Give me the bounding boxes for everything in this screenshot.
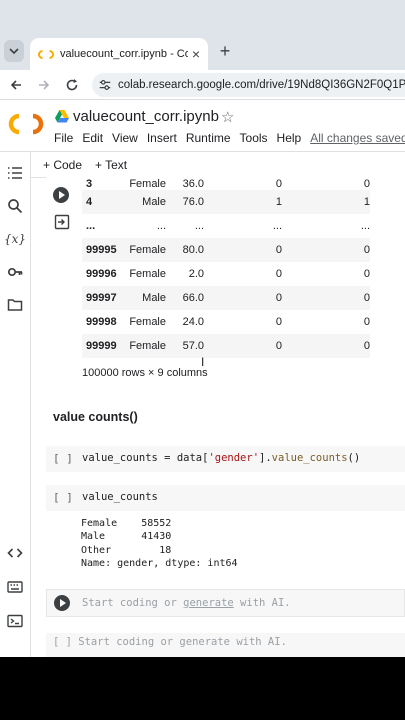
menu-tools[interactable]: Tools [240,131,268,145]
chevron-down-icon [9,48,19,55]
dataframe-shape-text: 100000 rows × 9 columns [82,367,208,379]
code-cell-value-counts-display[interactable]: [ ] value_counts [46,485,405,511]
browser-toolbar: colab.research.google.com/drive/19Nd8QI3… [0,70,405,100]
table-row: 3 Female 36.0 0 0 [86,178,370,190]
menu-file[interactable]: File [54,131,73,145]
tab-title: valuecount_corr.ipynb - Colab [60,48,188,60]
menu-edit[interactable]: Edit [82,131,103,145]
value-counts-output: Female 58552 Male 41430 Other 18 Name: g… [81,518,238,569]
table-row: 99996 Female 2.0 0 0 [86,268,370,280]
cell-run-brackets[interactable]: [ ] [53,452,73,465]
next-code-cell[interactable]: [ ] Start coding or generate with AI. [46,633,405,657]
menu-help[interactable]: Help [277,131,302,145]
table-row: 99998 Female 24.0 0 0 [86,316,370,328]
toc-icon[interactable] [6,164,24,182]
folder-icon[interactable] [6,296,24,314]
site-info-icon[interactable] [98,77,112,93]
variables-icon[interactable]: {x} [4,230,26,248]
add-text-button[interactable]: + Text [95,158,127,172]
code-cell-value-counts-assign[interactable]: [ ] value_counts = data['gender'].value_… [46,446,405,472]
notebook-title[interactable]: valuecount_corr.ipynb [73,108,219,125]
section-heading: value counts() [53,410,138,424]
screen: valuecount_corr.ipynb - Colab × + colab.… [0,0,405,657]
url-text: colab.research.google.com/drive/19Nd8QI3… [118,79,405,91]
command-palette-icon[interactable] [6,578,24,596]
browser-tabstrip: valuecount_corr.ipynb - Colab × + [0,0,405,70]
google-drive-icon[interactable] [55,110,69,123]
cell-toolbar: + Code + Text [31,152,405,178]
menu-view[interactable]: View [112,131,138,145]
table-row: 99997 Male 66.0 0 0 [82,286,370,310]
placeholder-text: with AI. [233,597,291,609]
generate-link[interactable]: generate [183,597,234,609]
back-button[interactable] [6,75,26,95]
table-row: 99999 Female 57.0 0 0 [82,334,370,358]
colab-logo-icon [8,113,44,135]
code-token: () [347,452,361,464]
text-cursor-icon: I [201,355,205,369]
code-line[interactable]: value_counts [82,491,158,503]
output-toggle-icon[interactable] [54,214,70,230]
table-row: 99995 Female 80.0 0 0 [82,238,370,262]
dataframe-table: 3 Female 36.0 0 0 4 Male 76.0 1 1 ..............… [82,176,370,358]
arrow-right-icon [39,80,50,90]
terminal-icon[interactable] [6,612,24,630]
menu-runtime[interactable]: Runtime [186,131,231,145]
placeholder-text: Start coding or [82,597,184,609]
table-row: ............... [86,220,370,232]
menu-bar: File Edit View Insert Runtime Tools Help… [54,131,405,145]
tab-close-icon[interactable]: × [192,47,200,61]
save-status-link[interactable]: All changes saved [310,131,405,145]
reload-button[interactable] [62,75,82,95]
code-token: value_counts = data[ [82,452,209,464]
dataframe-output: 3 Female 36.0 0 0 4 Male 76.0 1 1 ..............… [46,176,405,390]
colab-favicon-icon [38,49,54,59]
code-function-token: value_counts [271,452,348,464]
code-line[interactable]: value_counts = data['gender'].value_coun… [82,452,360,464]
arrow-left-icon [10,80,21,90]
address-bar[interactable]: colab.research.google.com/drive/19Nd8QI3… [92,73,405,97]
tab-search-button[interactable] [4,40,24,62]
table-row: 4 Male 76.0 1 1 [82,190,370,214]
key-icon[interactable] [6,263,24,281]
reload-icon [66,79,78,91]
search-icon[interactable] [6,197,24,215]
code-token: ]. [259,452,272,464]
add-code-button[interactable]: + Code [43,158,82,172]
new-tab-button[interactable]: + [214,40,236,62]
menu-insert[interactable]: Insert [147,131,177,145]
cell-placeholder: Start coding or generate with AI. [82,597,291,609]
code-string-token: 'gender' [208,452,260,464]
run-cell-button[interactable] [53,187,69,203]
browser-tab-active[interactable]: valuecount_corr.ipynb - Colab × [30,38,208,70]
colab-header: valuecount_corr.ipynb ☆ File Edit View I… [0,100,405,152]
forward-button[interactable] [34,75,54,95]
star-icon[interactable]: ☆ [221,108,234,126]
cell-placeholder: [ ] Start coding or generate with AI. [53,636,287,648]
side-rail: {x} [0,152,31,657]
cell-run-brackets[interactable]: [ ] [53,491,73,504]
code-snippets-icon[interactable] [6,544,24,562]
run-cell-button[interactable] [54,595,70,611]
empty-code-cell[interactable]: Start coding or generate with AI. [46,589,405,617]
